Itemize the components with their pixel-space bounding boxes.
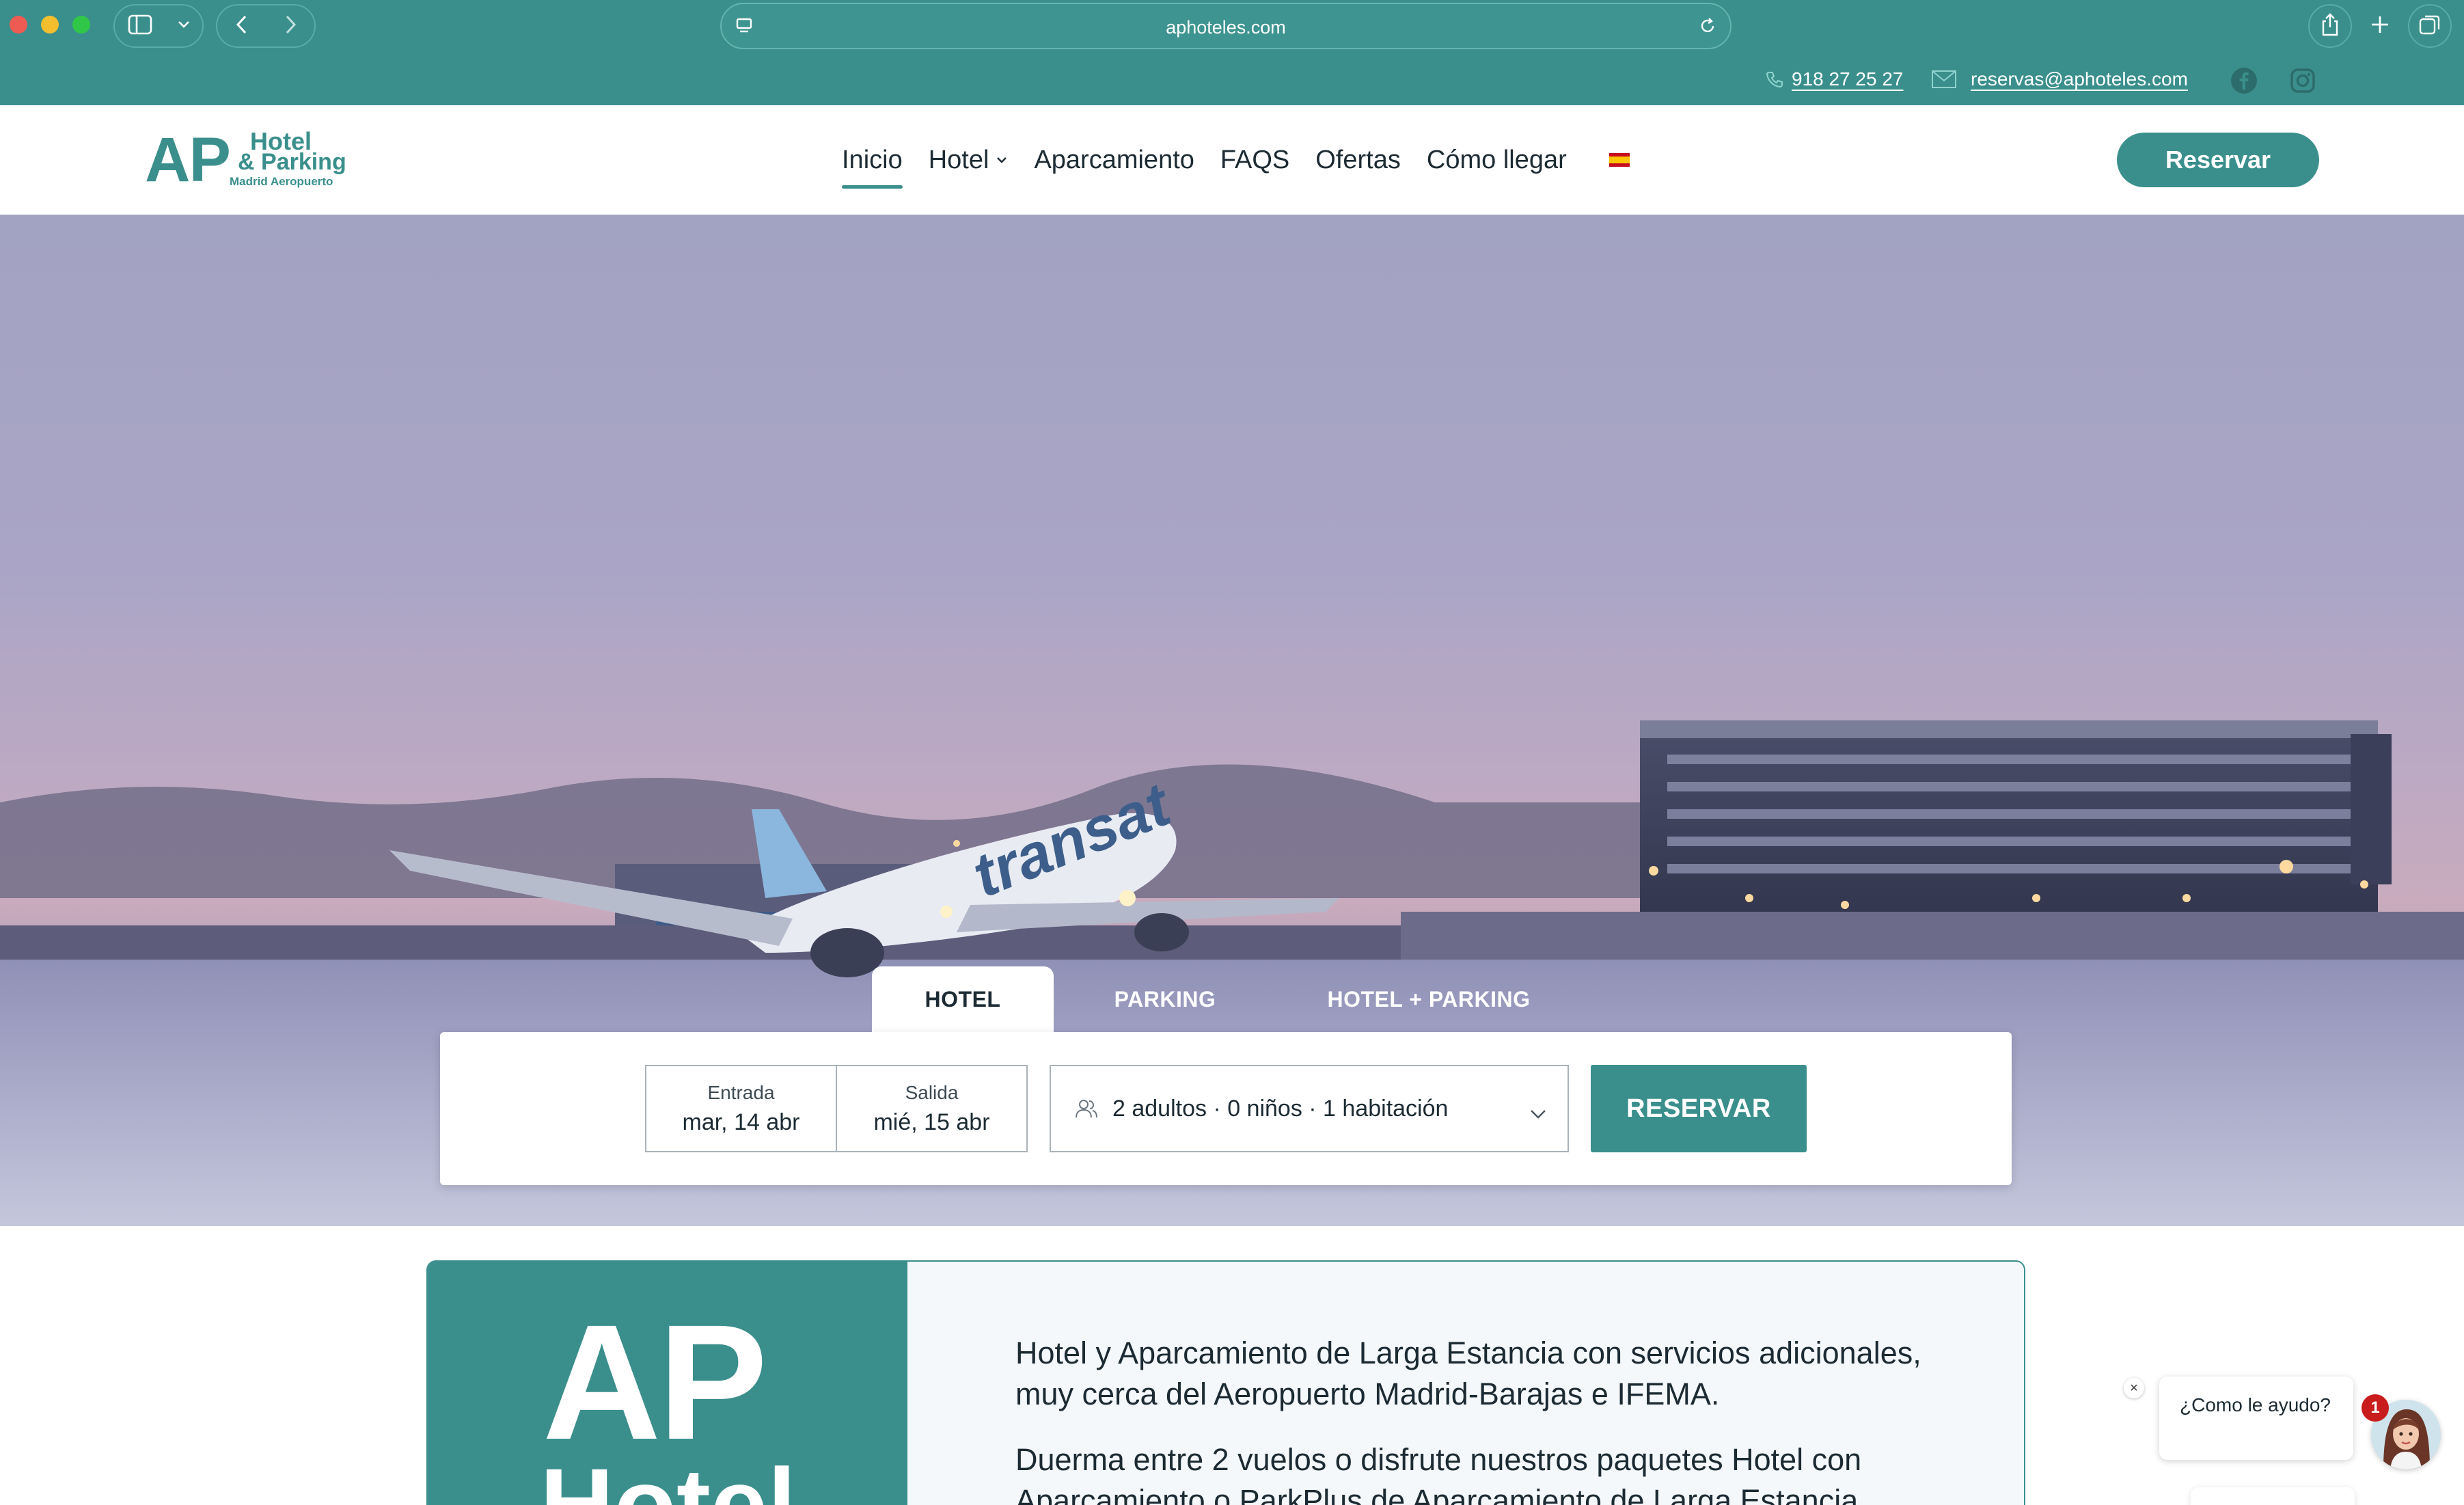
nav-hotel[interactable]: Hotel [929, 146, 1009, 175]
intro-paragraph-1: Hotel y Aparcamiento de Larga Estancia c… [1015, 1335, 1921, 1411]
intro-card: AP Hotel Hotel y Aparcamiento de Larga E… [426, 1260, 2025, 1505]
chat-message-bubble[interactable]: ¿Como le ayudo? [2159, 1377, 2353, 1460]
nav-inicio[interactable]: Inicio [842, 146, 903, 189]
intro-paragraph-2: Duerma entre 2 vuelos o disfrute nuestro… [1015, 1442, 1867, 1505]
intro-logo-mark: AP [543, 1290, 767, 1474]
instagram-icon[interactable] [2289, 67, 2316, 94]
booking-form: Entrada mar, 14 abr Salida mié, 15 abr 2… [440, 1032, 2012, 1185]
nav-como-llegar[interactable]: Cómo llegar [1427, 146, 1567, 175]
nav-faqs[interactable]: FAQS [1220, 146, 1289, 175]
new-tab-button[interactable] [2366, 12, 2394, 40]
spanish-flag-icon[interactable] [1609, 153, 1630, 167]
chat-secondary-bubble[interactable] [2191, 1487, 2355, 1505]
checkout-field[interactable]: Salida mié, 15 abr [836, 1066, 1026, 1151]
intro-logo-word: Hotel [540, 1447, 796, 1505]
contact-bar: 918 27 25 27 reservas@aphoteles.com [0, 53, 2464, 105]
logo-mark: AP [145, 125, 231, 195]
chat-close-button[interactable]: × [2124, 1378, 2144, 1398]
checkin-label: Entrada [707, 1081, 775, 1103]
email-link[interactable]: reservas@aphoteles.com [1931, 53, 2188, 105]
email-address: reservas@aphoteles.com [1971, 68, 2188, 90]
chevron-down-icon [996, 156, 1008, 164]
sidebar-icon [128, 14, 152, 38]
back-icon[interactable] [235, 14, 249, 38]
phone-number: 918 27 25 27 [1792, 68, 1904, 90]
nav-hotel-label: Hotel [928, 145, 989, 174]
checkin-value: mar, 14 abr [682, 1109, 800, 1135]
chat-notification-badge: 1 [2362, 1394, 2389, 1422]
share-button[interactable] [2308, 4, 2352, 48]
minimize-window-button[interactable] [41, 16, 59, 33]
site-header: AP Hotel & Parking Madrid Aeropuerto Ini… [0, 105, 2464, 215]
tab-overview-button[interactable] [2408, 4, 2452, 48]
tab-parking[interactable]: PARKING [1054, 966, 1276, 1032]
url-text: aphoteles.com [1166, 17, 1286, 38]
guests-value: 2 adultos · 0 niños · 1 habitación [1112, 1095, 1449, 1122]
reload-icon[interactable] [1697, 16, 1718, 40]
checkout-value: mié, 15 abr [873, 1109, 990, 1135]
zoom-window-button[interactable] [72, 16, 90, 33]
chevron-down-icon [1529, 1099, 1547, 1126]
intro-logo-panel: AP Hotel [428, 1262, 907, 1505]
phone-link[interactable]: 918 27 25 27 [1766, 53, 1904, 105]
nav-ofertas[interactable]: Ofertas [1315, 146, 1401, 175]
people-icon [1074, 1098, 1099, 1120]
forward-icon[interactable] [284, 14, 297, 38]
chat-message-text: ¿Como le ayudo? [2180, 1394, 2331, 1415]
intro-text: Hotel y Aparcamiento de Larga Estancia c… [1015, 1333, 1972, 1505]
browser-toolbar: aphoteles.com [0, 0, 2464, 53]
address-bar[interactable]: aphoteles.com [720, 3, 1731, 49]
booking-tabs: HOTEL PARKING HOTEL + PARKING [872, 966, 1581, 1032]
reservar-submit-button[interactable]: RESERVAR [1591, 1065, 1807, 1152]
tabs-icon [2418, 13, 2441, 40]
checkout-label: Salida [905, 1081, 959, 1103]
nav-aparcamiento[interactable]: Aparcamiento [1034, 146, 1194, 175]
logo-parking-text: & Parking [238, 149, 346, 175]
share-icon [2320, 12, 2340, 40]
guests-selector[interactable]: 2 adultos · 0 niños · 1 habitación [1050, 1065, 1569, 1152]
tab-hotel-parking[interactable]: HOTEL + PARKING [1276, 966, 1581, 1032]
reservar-header-button[interactable]: Reservar [2117, 133, 2319, 187]
chevron-down-icon [178, 20, 190, 32]
close-window-button[interactable] [10, 16, 27, 33]
sidebar-toggle-button[interactable] [113, 4, 204, 48]
history-nav [216, 4, 316, 48]
main-nav: Inicio Hotel Aparcamiento FAQS Ofertas C… [842, 105, 1630, 215]
facebook-icon[interactable] [2230, 67, 2258, 94]
logo-subtitle: Madrid Aeropuerto [230, 175, 333, 188]
tab-hotel[interactable]: HOTEL [872, 966, 1054, 1032]
date-range-picker[interactable]: Entrada mar, 14 abr Salida mié, 15 abr [645, 1065, 1028, 1152]
phone-icon [1766, 70, 1783, 88]
checkin-field[interactable]: Entrada mar, 14 abr [646, 1066, 836, 1151]
plus-icon [2370, 14, 2390, 38]
site-logo[interactable]: AP Hotel & Parking Madrid Aeropuerto [145, 126, 357, 194]
mail-icon [1931, 70, 1957, 89]
